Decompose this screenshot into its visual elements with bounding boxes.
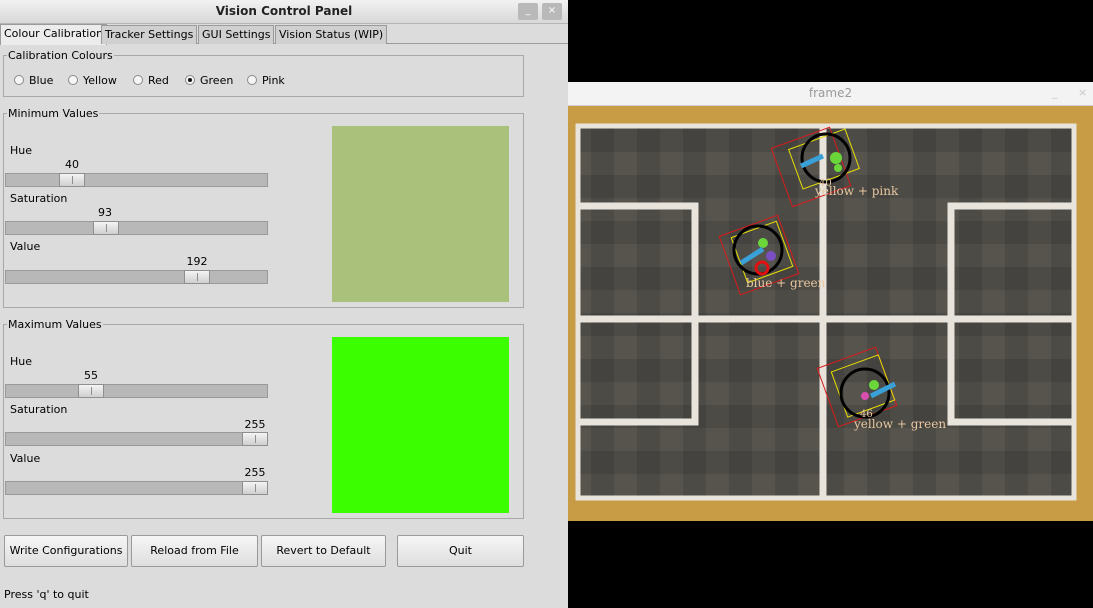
close-icon[interactable]: × [1078,86,1087,99]
vision-control-panel-window: Vision Control Panel _ × Colour Calibrat… [0,0,568,608]
minimize-icon[interactable]: _ [518,3,538,20]
calibration-colours-title: Calibration Colours [7,49,114,62]
radio-green[interactable]: Green [185,73,233,87]
revert-to-default-button[interactable]: Revert to Default [261,535,386,567]
max-hue-slider[interactable] [5,384,268,398]
slider-handle[interactable] [78,384,104,398]
radio-circle-icon [133,75,143,85]
tab-bar: Colour Calibration Tracker Settings GUI … [0,24,568,45]
status-text: Press 'q' to quit [4,588,89,601]
slider-handle[interactable] [242,432,268,446]
slider-handle[interactable] [242,481,268,495]
min-value-label: Value [10,240,41,253]
robot-label: blue + green [746,276,826,290]
min-saturation-value: 93 [98,206,112,219]
min-saturation-label: Saturation [10,192,68,205]
radio-label: Blue [29,73,54,87]
panel-titlebar[interactable]: Vision Control Panel _ × [0,0,568,24]
max-saturation-slider[interactable] [5,432,268,446]
max-hue-value: 55 [84,369,98,382]
robot-number: 46 [860,409,873,420]
camera-feed: yellow + pink blue + green yellow + gree… [568,106,1093,521]
max-saturation-label: Saturation [10,403,68,416]
radio-label: Green [200,73,234,87]
frame-titlebar[interactable]: frame2 _ × [568,82,1093,106]
max-value-value: 255 [244,466,266,479]
radio-label: Pink [262,73,285,87]
radio-blue[interactable]: Blue [14,73,53,87]
frame-title: frame2 [808,86,853,100]
radio-circle-icon [14,75,24,85]
min-hue-label: Hue [10,144,33,157]
tab-gui-settings[interactable]: GUI Settings [198,25,275,44]
min-saturation-slider[interactable] [5,221,268,235]
radio-circle-icon [247,75,257,85]
tab-vision-status[interactable]: Vision Status (WIP) [275,25,388,44]
minimize-icon[interactable]: _ [1052,86,1058,99]
panel-title: Vision Control Panel [215,4,353,18]
tab-colour-calibration[interactable]: Colour Calibration [0,24,108,45]
slider-handle[interactable] [59,173,85,187]
slider-handle[interactable] [184,270,210,284]
frame2-window: frame2 _ × yellow + pink blue + green ye… [568,82,1093,521]
max-colour-swatch [332,337,509,513]
max-value-slider[interactable] [5,481,268,495]
tab-tracker-settings[interactable]: Tracker Settings [101,25,198,44]
close-icon[interactable]: × [542,3,562,20]
write-configurations-button[interactable]: Write Configurations [4,535,128,567]
max-hue-label: Hue [10,355,33,368]
minimum-values-title: Minimum Values [7,107,100,120]
radio-label: Yellow [83,73,117,87]
min-hue-slider[interactable] [5,173,268,187]
robot-number: 40 [819,178,832,189]
min-value-value: 192 [186,255,208,268]
quit-button[interactable]: Quit [397,535,524,567]
min-value-slider[interactable] [5,270,268,284]
radio-selected-icon [185,75,195,85]
max-saturation-value: 255 [244,418,266,431]
radio-label: Red [148,73,169,87]
radio-yellow[interactable]: Yellow [68,73,117,87]
max-value-label: Value [10,452,41,465]
min-hue-value: 40 [65,158,79,171]
maximum-values-title: Maximum Values [7,318,103,331]
reload-from-file-button[interactable]: Reload from File [131,535,258,567]
radio-circle-icon [68,75,78,85]
radio-red[interactable]: Red [133,73,169,87]
min-colour-swatch [332,126,509,302]
slider-handle[interactable] [93,221,119,235]
radio-pink[interactable]: Pink [247,73,285,87]
